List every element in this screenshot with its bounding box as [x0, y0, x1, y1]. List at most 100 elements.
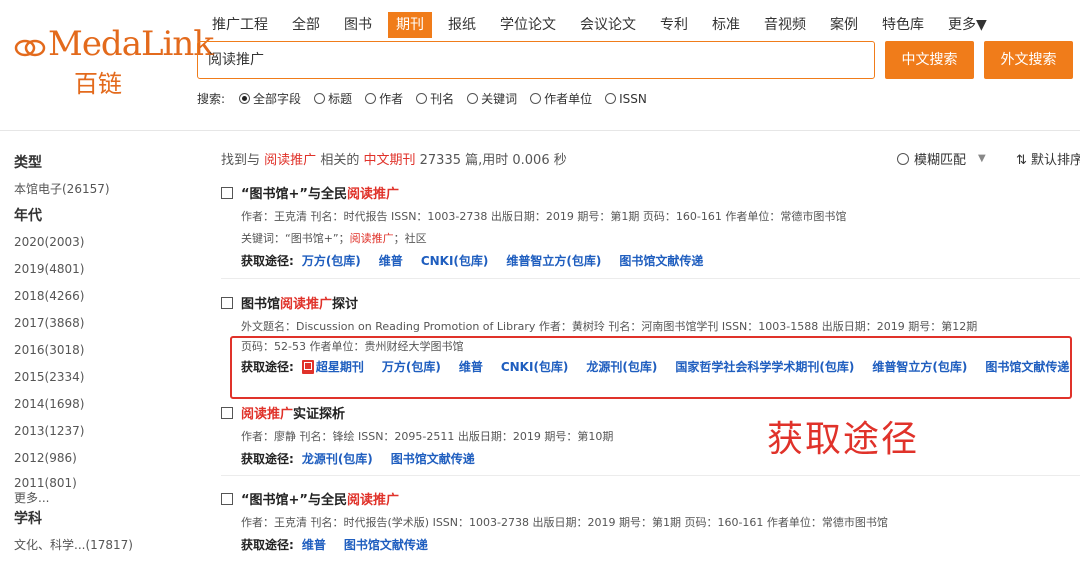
search-input[interactable]: 阅读推广 — [197, 41, 875, 79]
result-checkbox[interactable] — [221, 406, 233, 419]
facet-item-year[interactable]: 2014(1698) — [14, 391, 194, 418]
access-links-highlight-box — [230, 336, 1072, 399]
title-text: 探讨 — [332, 297, 359, 312]
result-title[interactable]: “图书馆+”与全民 阅读推广 — [221, 489, 888, 508]
keyword-highlight[interactable]: 阅读推广 — [350, 232, 394, 245]
facet-item-subject[interactable]: 文化、科学...(17817) — [14, 532, 194, 559]
result-checkbox[interactable] — [221, 296, 233, 309]
fuzzy-match-toggle[interactable]: 模糊匹配 ▼ — [897, 149, 986, 168]
summary-text: 找到与 — [221, 153, 261, 168]
tab-special[interactable]: 特色库 — [874, 12, 932, 38]
title-text: “图书馆+”与全民 — [241, 187, 347, 202]
tab-promotion[interactable]: 推广工程 — [204, 12, 276, 38]
scope-option-author[interactable]: 作者 — [365, 90, 403, 107]
header-divider — [0, 130, 1080, 131]
tab-patents[interactable]: 专利 — [652, 12, 696, 38]
scope-option-label: ISSN — [619, 91, 647, 106]
tab-video[interactable]: 音视频 — [756, 12, 814, 38]
radio-icon — [416, 93, 428, 104]
tab-books[interactable]: 图书 — [336, 12, 380, 38]
result-checkbox[interactable] — [221, 186, 233, 199]
tab-theses[interactable]: 学位论文 — [492, 12, 564, 38]
access-links: 获取途径: 维普 图书馆文献传递 — [241, 536, 888, 553]
tab-standards[interactable]: 标准 — [704, 12, 748, 38]
result-title[interactable]: “图书馆+”与全民 阅读推广 — [221, 183, 846, 202]
facet-heading-year: 年代 — [14, 208, 42, 224]
tab-cases[interactable]: 案例 — [822, 12, 866, 38]
keywords-text: ；社区 — [393, 232, 427, 245]
scope-option-title[interactable]: 标题 — [314, 90, 352, 107]
title-highlight: 阅读推广 — [346, 187, 399, 202]
facet-item-year[interactable]: 2013(1237) — [14, 418, 194, 445]
title-highlight: 阅读推广 — [241, 407, 294, 422]
fuzzy-label: 模糊匹配 — [914, 153, 967, 168]
access-label: 获取途径: — [241, 452, 294, 466]
logo-link-icon — [14, 39, 46, 57]
access-link[interactable]: 图书馆文献传递 — [619, 252, 703, 269]
facet-sidebar: 类型 本馆电子(26157) 年代 2020(2003) 2019(4801) … — [14, 150, 194, 559]
access-links: 获取途径: 龙源刊(包库) 图书馆文献传递 — [241, 450, 613, 467]
channel-tabs: 推广工程 全部 图书 期刊 报纸 学位论文 会议论文 专利 标准 音视频 案例 … — [204, 12, 1003, 38]
facet-item-year[interactable]: 2015(2334) — [14, 364, 194, 391]
access-link[interactable]: 维普智立方(包库) — [506, 252, 601, 269]
scope-option-issn[interactable]: ISSN — [605, 92, 647, 106]
title-text: “图书馆+”与全民 — [241, 493, 347, 508]
radio-selected-icon — [239, 93, 251, 104]
access-link[interactable]: CNKI(包库) — [421, 252, 489, 269]
result-item: 阅读推广 实证探析 作者：廖静 刊名：锋绘 ISSN：2095-2511 出版日期… — [221, 403, 613, 467]
tab-all[interactable]: 全部 — [284, 12, 328, 38]
access-links: 获取途径: 万方(包库) 维普 CNKI(包库) 维普智立方(包库) 图书馆文献… — [241, 252, 846, 269]
facet-item-year[interactable]: 2011(801) — [14, 472, 194, 490]
result-divider — [221, 278, 1080, 279]
scope-option-label: 标题 — [328, 92, 353, 106]
scope-option-journal[interactable]: 刊名 — [416, 90, 454, 107]
facet-item-type[interactable]: 本馆电子(26157) — [14, 176, 194, 203]
logo-wordmark: MedaLink — [48, 24, 214, 64]
access-link[interactable]: 万方(包库) — [302, 252, 361, 269]
scope-option-label: 刊名 — [430, 92, 455, 106]
radio-icon — [605, 93, 617, 104]
result-meta: 作者：王克清 刊名：时代报告 ISSN：1003-2738 出版日期：2019 … — [241, 210, 847, 223]
tab-newspapers[interactable]: 报纸 — [440, 12, 484, 38]
scope-option-label: 作者 — [379, 92, 404, 106]
chinese-search-button[interactable]: 中文搜索 — [885, 41, 974, 79]
access-link[interactable]: 维普 — [379, 252, 403, 269]
result-title[interactable]: 阅读推广 实证探析 — [221, 403, 613, 422]
tab-conference[interactable]: 会议论文 — [572, 12, 644, 38]
medalink-logo[interactable]: MedaLink 百链 — [14, 20, 214, 100]
search-scope: 搜索: 全部字段 标题 作者 刊名 关键词 作者单位 ISSN — [197, 90, 660, 107]
scope-option-all[interactable]: 全部字段 — [239, 90, 301, 107]
facet-item-year[interactable]: 2018(4266) — [14, 283, 194, 310]
result-title[interactable]: 图书馆 阅读推广 探讨 — [221, 293, 1069, 312]
result-checkbox[interactable] — [221, 492, 233, 505]
facet-item-year[interactable]: 2020(2003) — [14, 229, 194, 256]
facet-item-year[interactable]: 2017(3868) — [14, 310, 194, 337]
result-item: “图书馆+”与全民 阅读推广 作者：王克清 刊名：时代报告 ISSN：1003-2… — [221, 183, 846, 269]
tab-more[interactable]: 更多▼ — [940, 12, 995, 38]
access-link[interactable]: 图书馆文献传递 — [344, 536, 428, 553]
caret-down-icon: ▼ — [978, 153, 986, 164]
radio-icon — [467, 93, 479, 104]
tab-journals[interactable]: 期刊 — [388, 12, 432, 38]
facet-more-link[interactable]: 更多... — [14, 490, 194, 506]
facet-item-year[interactable]: 2016(3018) — [14, 337, 194, 364]
access-link[interactable]: 龙源刊(包库) — [302, 450, 373, 467]
access-link[interactable]: 维普 — [302, 536, 326, 553]
scope-option-affiliation[interactable]: 作者单位 — [530, 90, 592, 107]
scope-option-label: 作者单位 — [544, 92, 593, 106]
result-divider — [221, 475, 1080, 476]
sort-dropdown[interactable]: ⇅ 默认排序 — [1016, 149, 1080, 168]
facet-heading-type: 类型 — [14, 155, 42, 171]
plus-circle-icon — [897, 152, 909, 165]
facet-item-year[interactable]: 2019(4801) — [14, 256, 194, 283]
result-meta: 作者：王克清 刊名：时代报告(学术版) ISSN：1003-2738 出版日期：… — [241, 516, 888, 529]
scope-option-keyword[interactable]: 关键词 — [467, 90, 517, 107]
facet-item-year[interactable]: 2012(986) — [14, 445, 194, 472]
access-link[interactable]: 图书馆文献传递 — [391, 450, 475, 467]
search-scope-label: 搜索: — [197, 92, 226, 106]
foreign-search-button[interactable]: 外文搜索 — [984, 41, 1073, 79]
scope-option-label: 关键词 — [481, 92, 518, 106]
radio-icon — [530, 93, 542, 104]
result-keywords: 关键词：“图书馆+”；阅读推广；社区 — [241, 230, 846, 246]
result-meta: 作者：廖静 刊名：锋绘 ISSN：2095-2511 出版日期：2019 期号：… — [241, 430, 614, 443]
